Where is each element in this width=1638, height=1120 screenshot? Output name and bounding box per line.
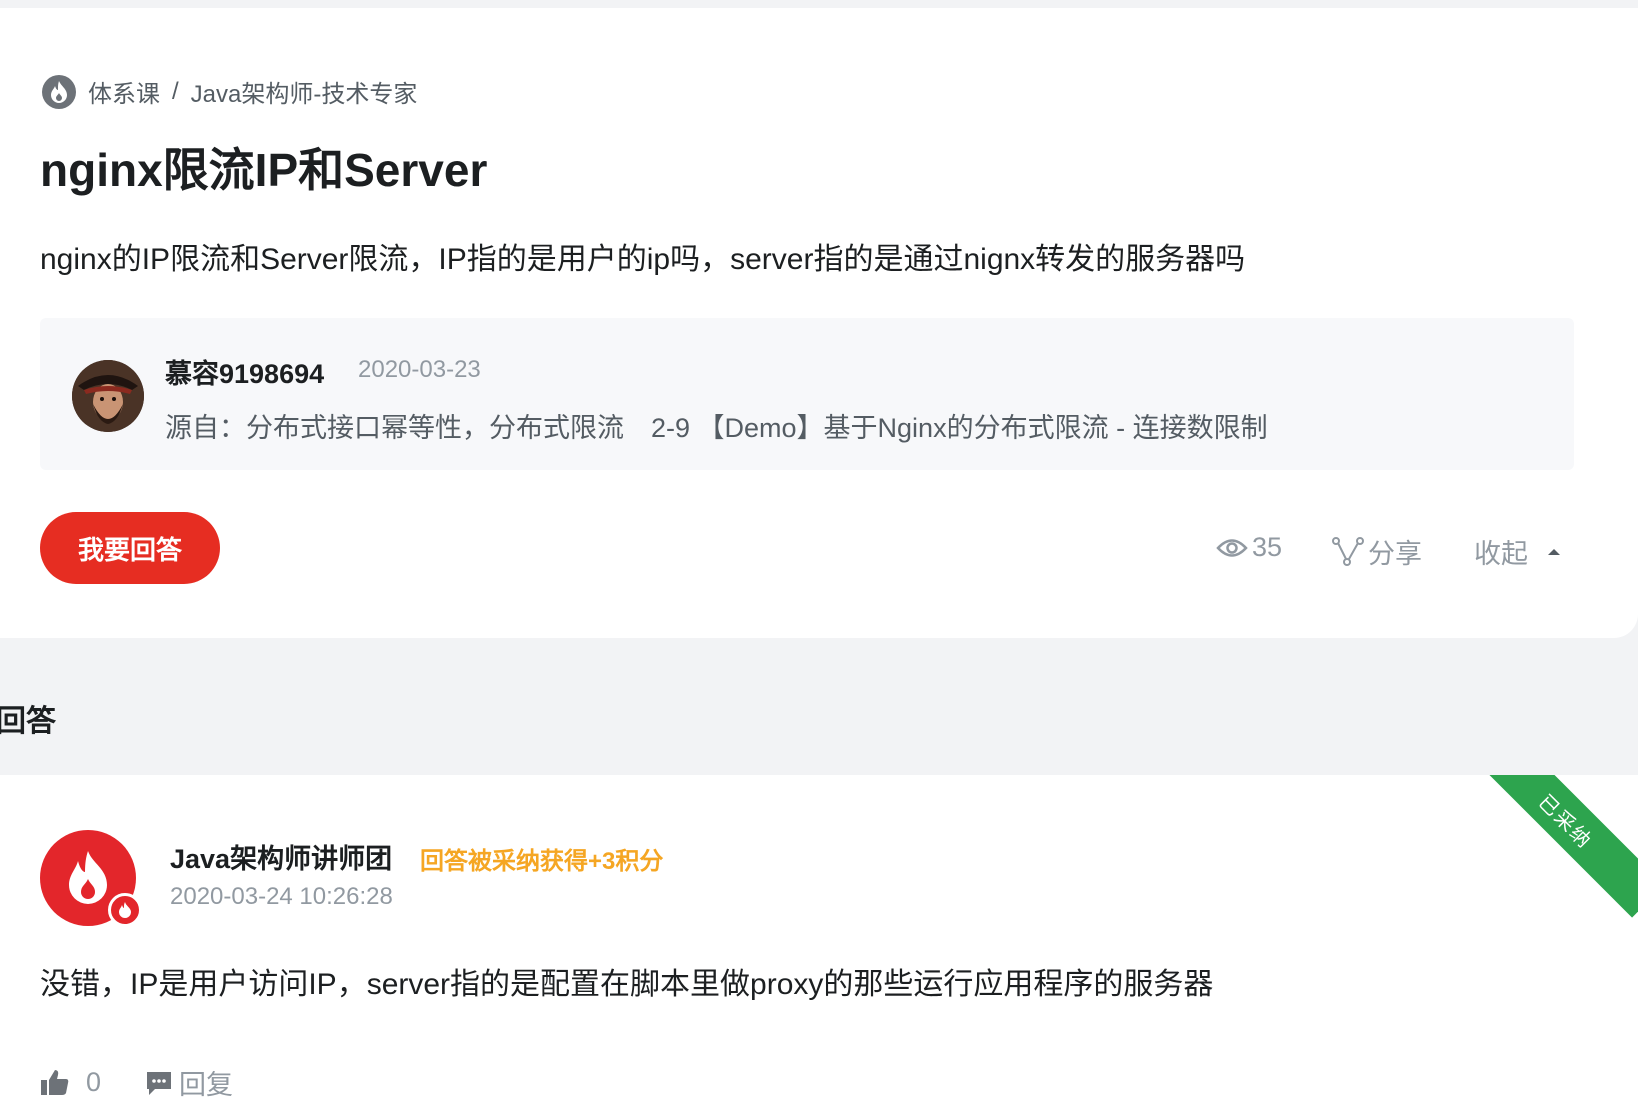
answer-button[interactable]: 我要回答	[40, 512, 220, 584]
eye-icon	[1216, 538, 1248, 557]
thumbs-up-icon[interactable]	[40, 1069, 70, 1097]
breadcrumb-course[interactable]: Java架构师-技术专家	[191, 74, 418, 109]
comment-icon	[147, 1071, 172, 1095]
answer-author-name[interactable]: Java架构师讲师团	[170, 837, 392, 876]
answer-time: 2020-03-24 10:26:28	[170, 883, 393, 910]
breadcrumb-separator: /	[172, 77, 179, 105]
reply-label: 回复	[179, 1070, 234, 1100]
flame-icon	[119, 902, 131, 918]
answer-body: 没错，IP是用户访问IP，server指的是配置在脚本里做proxy的那些运行应…	[40, 968, 1214, 1001]
reply-button[interactable]: 回复	[145, 1063, 233, 1102]
question-source-box: 慕容9198694 2020-03-23 源自：分布式接口幂等性，分布式限流 2…	[40, 318, 1574, 470]
views-counter: 35	[1216, 532, 1282, 563]
flame-icon	[42, 74, 76, 109]
answer-actions: 0 回复	[40, 1063, 233, 1102]
breadcrumb: 体系课 / Java架构师-技术专家	[42, 74, 417, 109]
verified-flame-badge	[108, 893, 142, 927]
answers-heading: 回答	[0, 705, 56, 738]
question-title: nginx限流IP和Server	[40, 144, 488, 196]
question-source[interactable]: 源自：分布式接口幂等性，分布式限流 2-9 【Demo】基于Nginx的分布式限…	[165, 406, 1268, 445]
flame-icon	[69, 851, 107, 904]
share-button[interactable]: 分享	[1332, 532, 1422, 571]
share-label: 分享	[1368, 539, 1422, 569]
asker-name[interactable]: 慕容9198694	[165, 352, 324, 391]
collapse-label: 收起	[1474, 539, 1528, 569]
accepted-badge: 已采纳	[1469, 775, 1638, 918]
question-body: nginx的IP限流和Server限流，IP指的是用户的ip吗，server指的…	[40, 243, 1246, 276]
answer-card: 已采纳 Java架构师讲师团 回答被采纳获得+3积分 2020-03-24 10…	[0, 775, 1638, 1120]
caret-up-icon	[1548, 548, 1560, 555]
collapse-button[interactable]: 收起	[1474, 532, 1568, 571]
asker-date: 2020-03-23	[358, 356, 481, 383]
answer-reward: 回答被采纳获得+3积分	[420, 848, 664, 875]
views-count: 35	[1252, 532, 1283, 562]
breadcrumb-category[interactable]: 体系课	[88, 74, 160, 109]
like-count: 0	[86, 1067, 102, 1097]
question-card: 体系课 / Java架构师-技术专家 nginx限流IP和Server ngin…	[0, 8, 1638, 638]
share-icon	[1332, 536, 1364, 566]
asker-avatar[interactable]	[72, 360, 144, 432]
